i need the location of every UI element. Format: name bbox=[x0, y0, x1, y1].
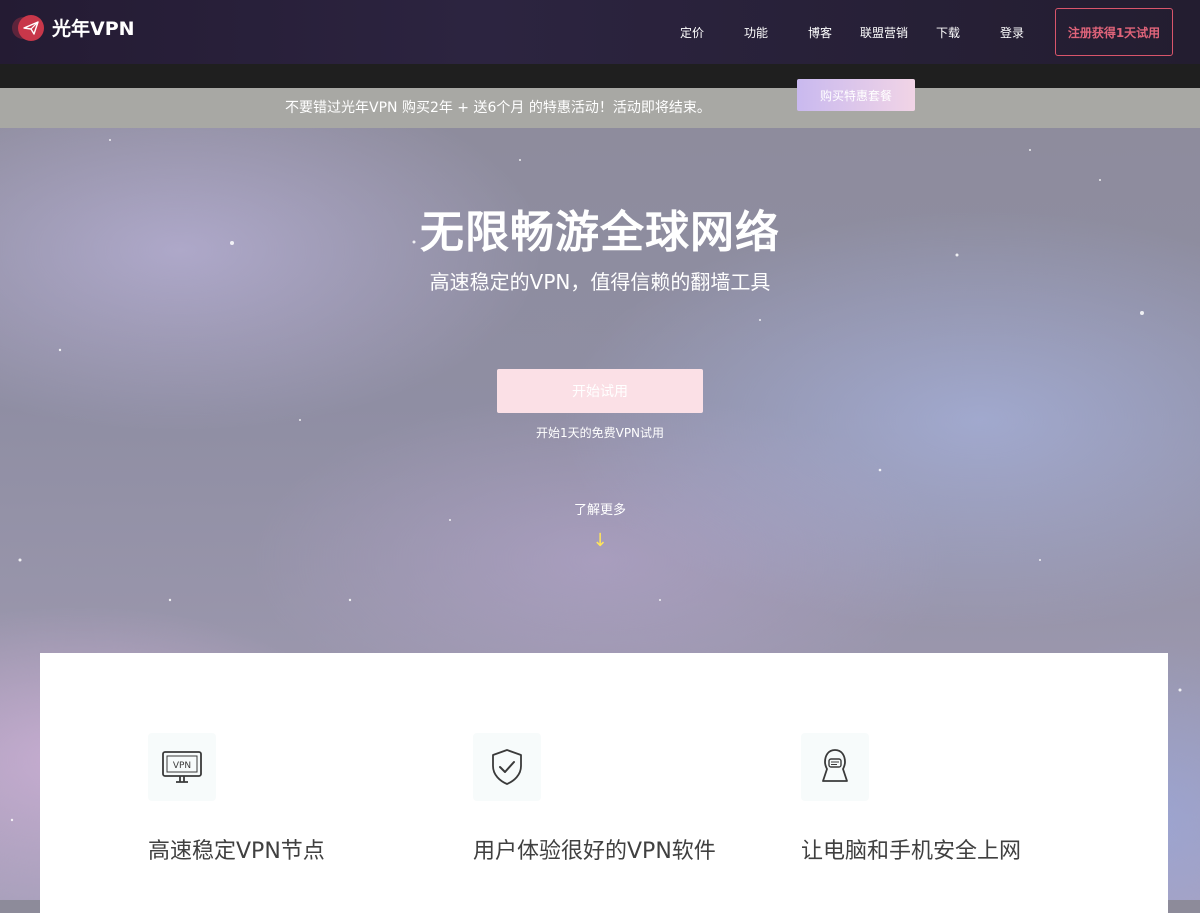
hooded-user-icon bbox=[801, 733, 869, 801]
promo-banner: 不要错过光年VPN 购买2年 + 送6个月 的特惠活动！活动即将结束。 bbox=[0, 88, 1200, 128]
learn-more-link[interactable]: 了解更多 bbox=[0, 499, 1200, 518]
brand-logo[interactable]: 光年VPN bbox=[18, 14, 135, 41]
feature-title: 高速稳定VPN节点 bbox=[148, 839, 325, 864]
feature-title: 用户体验很好的VPN软件 bbox=[473, 839, 716, 864]
svg-text:VPN: VPN bbox=[173, 761, 191, 771]
promo-text: 不要错过光年VPN 购买2年 + 送6个月 的特惠活动！活动即将结束。 bbox=[285, 100, 711, 116]
nav-item-blog[interactable]: 博客 bbox=[788, 24, 852, 41]
hero-title: 无限畅游全球网络 bbox=[420, 207, 780, 258]
nav-item-features[interactable]: 功能 bbox=[724, 24, 788, 41]
shield-check-icon bbox=[473, 733, 541, 801]
signup-trial-button[interactable]: 注册获得1天试用 bbox=[1055, 8, 1173, 56]
feature-title: 让电脑和手机安全上网 bbox=[801, 839, 1022, 864]
hero-subtitle: 高速稳定的VPN，值得信赖的翻墙工具 bbox=[429, 270, 771, 294]
top-navbar: 光年VPN 定价 功能 博客 联盟营销 下载 登录 注册获得1天试用 bbox=[0, 0, 1200, 64]
nav-item-login[interactable]: 登录 bbox=[980, 24, 1044, 41]
header-divider bbox=[0, 64, 1200, 88]
start-trial-button[interactable]: 开始试用 bbox=[497, 369, 703, 413]
nav-item-download[interactable]: 下载 bbox=[916, 24, 980, 41]
monitor-vpn-icon: VPN bbox=[148, 733, 216, 801]
brand-name: 光年VPN bbox=[52, 18, 135, 40]
buy-deal-button[interactable]: 购买特惠套餐 bbox=[797, 79, 915, 111]
features-card: VPN 高速稳定VPN节点 用户体验很好的VPN软件 让电脑和手机安全上网 bbox=[40, 653, 1168, 913]
nav-item-affiliate[interactable]: 联盟营销 bbox=[852, 24, 916, 41]
nav-menu: 定价 功能 博客 联盟营销 下载 登录 bbox=[660, 0, 1044, 64]
arrow-down-icon[interactable]: ↓ bbox=[590, 530, 610, 554]
trial-note: 开始1天的免费VPN试用 bbox=[535, 426, 665, 440]
paper-plane-logo-icon bbox=[18, 14, 44, 41]
nav-item-pricing[interactable]: 定价 bbox=[660, 24, 724, 41]
